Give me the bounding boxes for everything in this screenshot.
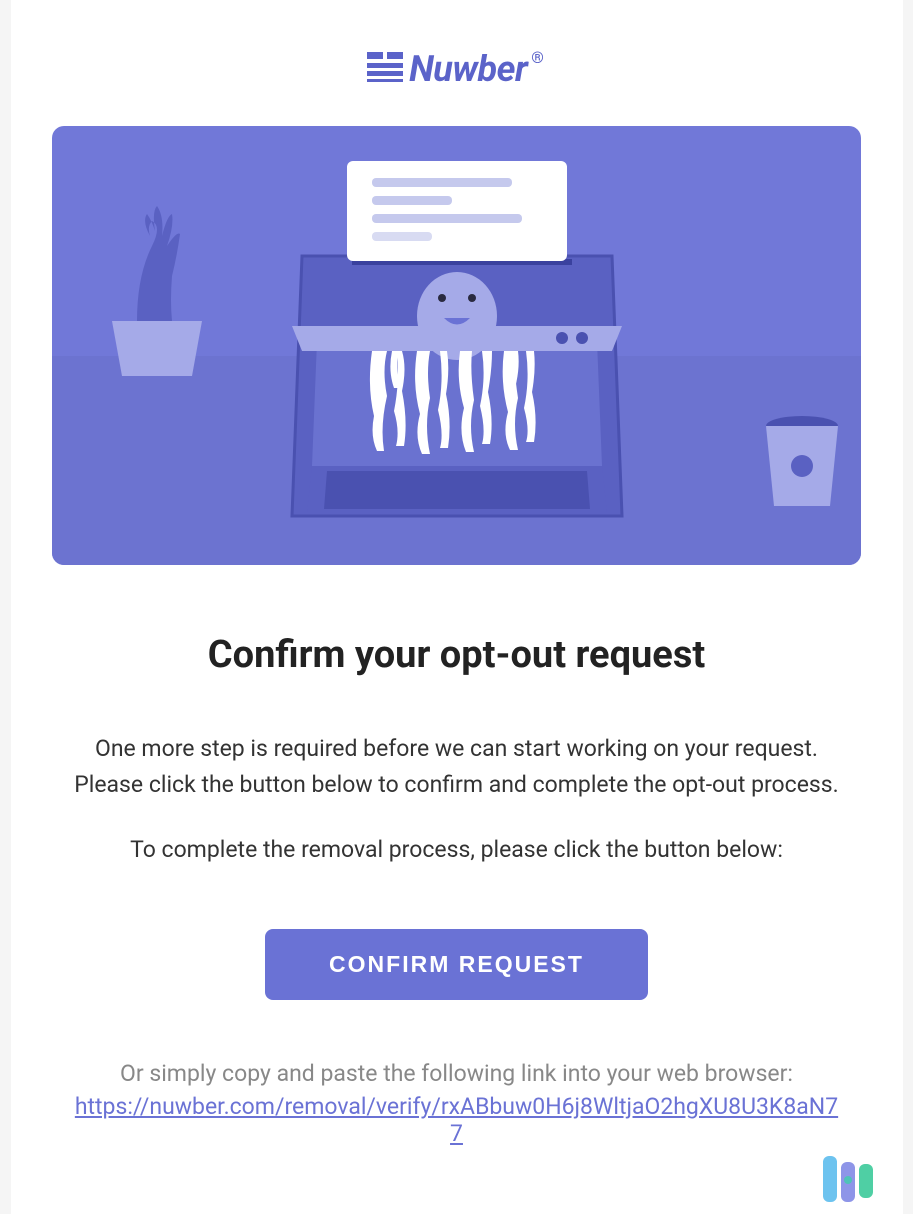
chat-widget-icon[interactable] bbox=[823, 1156, 873, 1202]
hero-illustration bbox=[52, 126, 861, 565]
shredder-illustration-icon bbox=[52, 126, 861, 565]
chat-bar-icon bbox=[859, 1164, 873, 1198]
brand-logo: Nuwber ® bbox=[367, 48, 546, 90]
logo-container: Nuwber ® bbox=[11, 48, 903, 90]
body-paragraph-1: One more step is required before we can … bbox=[59, 731, 855, 802]
brand-name: Nuwber bbox=[409, 48, 527, 90]
chat-bar-icon bbox=[841, 1162, 855, 1202]
body-paragraph-2: To complete the removal process, please … bbox=[59, 832, 855, 869]
alt-instruction-text: Or simply copy and paste the following l… bbox=[59, 1060, 855, 1087]
content-section: Confirm your opt-out request One more st… bbox=[11, 633, 903, 1147]
verify-link[interactable]: https://nuwber.com/removal/verify/rxABbu… bbox=[59, 1093, 855, 1147]
chat-bar-icon bbox=[823, 1156, 837, 1202]
confirm-request-button[interactable]: CONFIRM REQUEST bbox=[265, 929, 648, 1000]
logo-bars-icon bbox=[367, 52, 403, 86]
registered-mark: ® bbox=[531, 48, 544, 67]
email-body: Nuwber ® bbox=[11, 0, 903, 1214]
page-title: Confirm your opt-out request bbox=[59, 633, 855, 677]
